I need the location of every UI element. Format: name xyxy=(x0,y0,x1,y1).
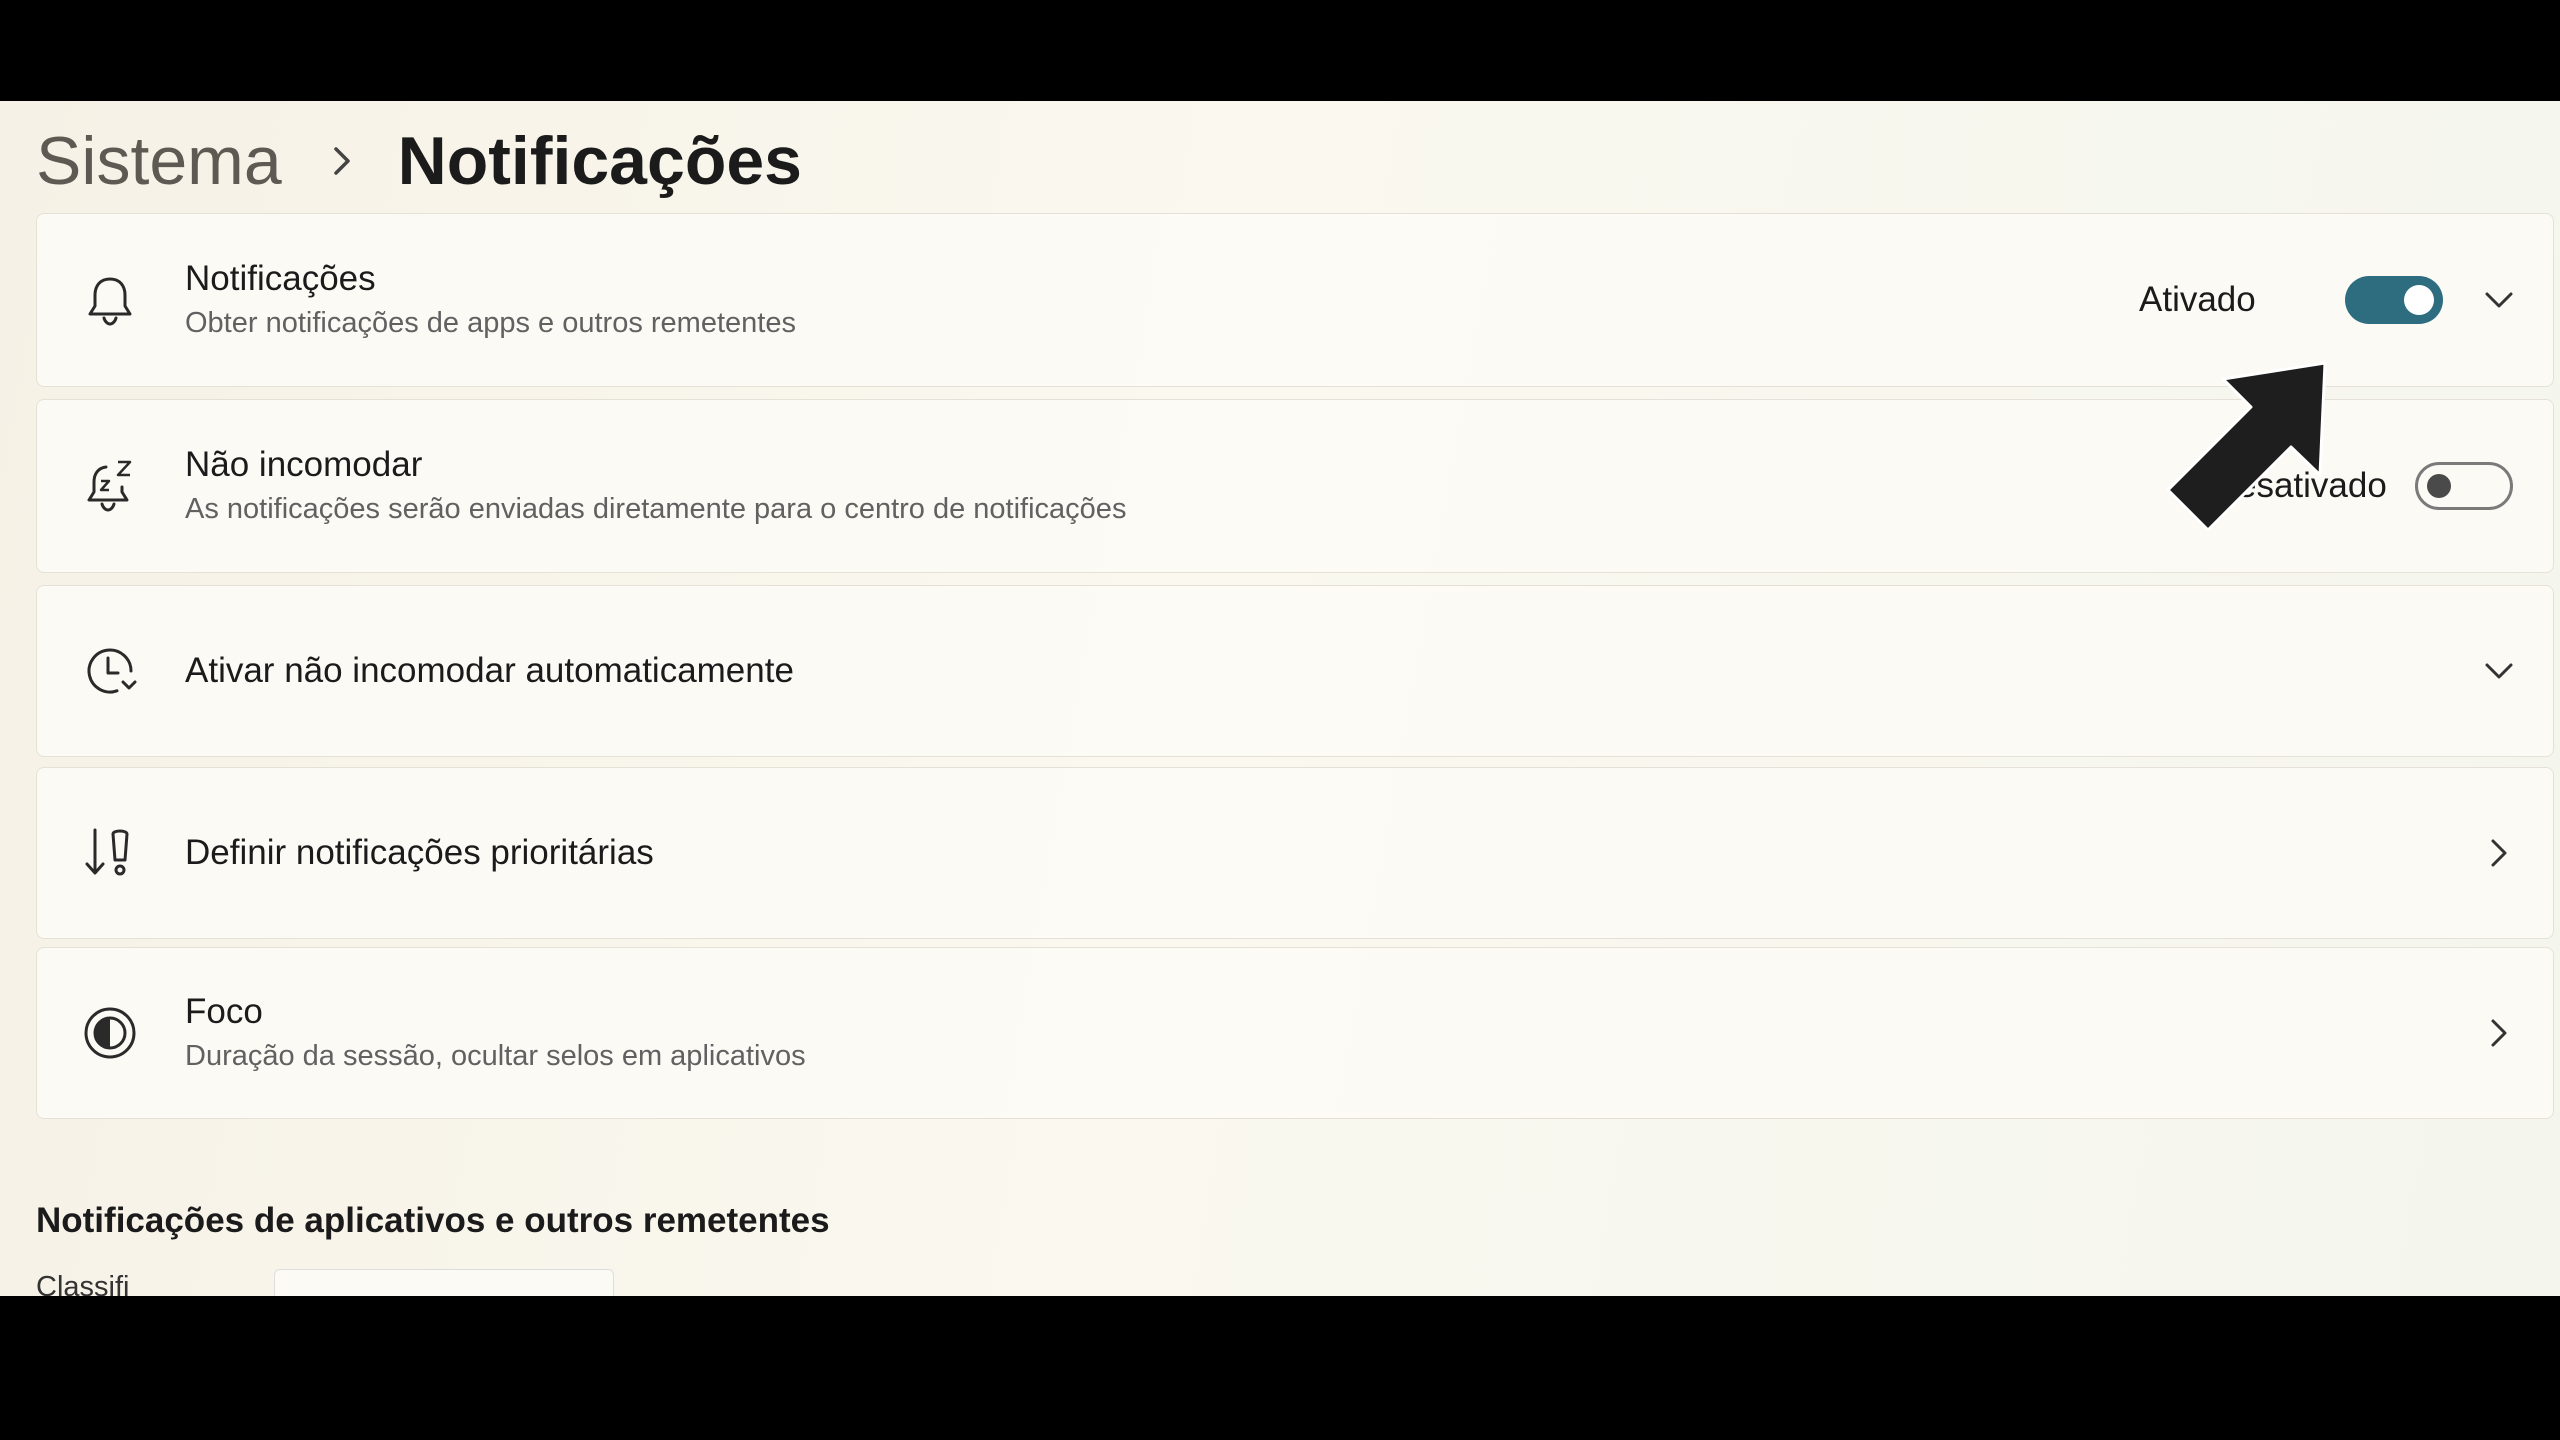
focus-icon xyxy=(84,1007,136,1059)
bell-icon xyxy=(88,277,132,326)
auto-dnd-title: Ativar não incomodar automaticamente xyxy=(185,651,794,690)
bell-snooze-icon xyxy=(87,460,132,512)
notifications-toggle[interactable] xyxy=(2345,276,2443,324)
annotation-arrow-icon xyxy=(2166,361,2327,531)
priority-icon xyxy=(85,828,129,876)
section-title: Notificações de aplicativos e outros rem… xyxy=(36,1201,830,1240)
priority-notifications-card[interactable]: Definir notificações prioritárias xyxy=(36,767,2554,939)
breadcrumb: Sistema Notificações xyxy=(36,101,802,221)
notifications-title: Notificações xyxy=(185,259,376,298)
chevron-right-icon[interactable] xyxy=(2481,1015,2517,1051)
page-title: Notificações xyxy=(397,123,802,199)
priority-title: Definir notificações prioritárias xyxy=(185,833,654,872)
dnd-subtitle: As notificações serão enviadas diretamen… xyxy=(185,493,1127,525)
dnd-toggle[interactable] xyxy=(2415,462,2513,510)
focus-title: Foco xyxy=(185,992,263,1031)
sort-label: Classifi xyxy=(36,1271,130,1296)
notifications-state-label: Ativado xyxy=(2139,280,2256,319)
breadcrumb-parent-sistema[interactable]: Sistema xyxy=(36,122,282,200)
notifications-subtitle: Obter notificações de apps e outros reme… xyxy=(185,307,796,339)
dnd-title: Não incomodar xyxy=(185,445,423,484)
focus-card[interactable]: Foco Duração da sessão, ocultar selos em… xyxy=(36,947,2554,1119)
sort-dropdown[interactable] xyxy=(274,1269,614,1296)
chevron-down-icon[interactable] xyxy=(2481,282,2517,318)
clock-icon xyxy=(87,648,137,694)
breadcrumb-chevron-icon xyxy=(326,141,358,181)
focus-subtitle: Duração da sessão, ocultar selos em apli… xyxy=(185,1040,806,1072)
chevron-right-icon[interactable] xyxy=(2481,835,2517,871)
auto-dnd-card[interactable]: Ativar não incomodar automaticamente xyxy=(36,585,2554,757)
settings-window: Sistema Notificações Notificações Obter … xyxy=(0,101,2560,1296)
chevron-down-icon[interactable] xyxy=(2481,653,2517,689)
